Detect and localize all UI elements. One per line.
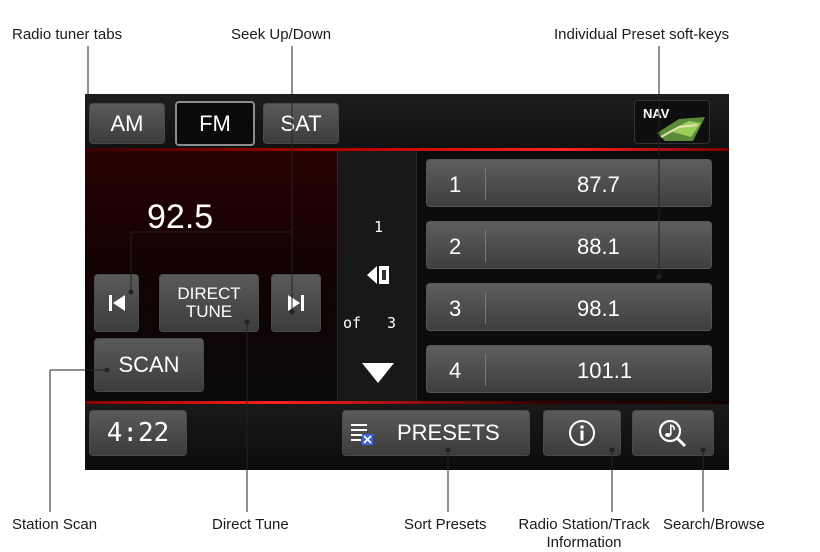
callout-leader-lines (49, 46, 706, 512)
